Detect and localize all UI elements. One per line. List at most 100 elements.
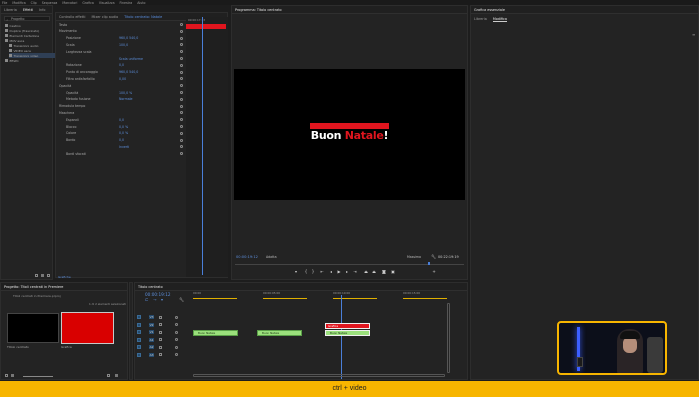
menu-item-6[interactable]: Visualizza	[99, 1, 115, 5]
reset-keyframe-icon[interactable]	[180, 104, 183, 108]
effect-property-value[interactable]: 960,0 540,0	[119, 70, 138, 74]
wrench-icon[interactable]: 🔧︎	[431, 254, 436, 259]
tab-clip-name[interactable]: Titolo centrato: Natale	[124, 15, 162, 19]
add-button-icon[interactable]: +	[432, 270, 436, 274]
reset-keyframe-icon[interactable]	[180, 145, 183, 149]
menu-item-4[interactable]: Marcatori	[62, 1, 77, 5]
project-search-input[interactable]: ⌕ Progetto	[4, 16, 50, 22]
go-to-out-icon[interactable]: ⇥	[353, 270, 357, 274]
graphic-clip-bar[interactable]	[186, 24, 226, 29]
play-icon[interactable]: ▶	[337, 270, 341, 274]
reset-keyframe-icon[interactable]	[180, 131, 183, 135]
tab-libreria[interactable]: Libreria	[4, 8, 17, 12]
track-header[interactable]: A3	[137, 352, 191, 359]
step-forward-icon[interactable]: ▸	[345, 270, 349, 274]
tab-info[interactable]: Info	[39, 8, 45, 12]
bin-thumbnail-black[interactable]	[7, 313, 59, 343]
icon-view-icon[interactable]	[11, 374, 14, 377]
reset-keyframe-icon[interactable]	[180, 43, 183, 47]
lift-icon[interactable]: ⏏	[364, 270, 368, 274]
track-header[interactable]: V3	[137, 315, 191, 321]
tab-effect-controls[interactable]: Controllo effetti	[59, 15, 85, 19]
effect-row[interactable]: Bordo 0,0	[56, 138, 184, 143]
effect-property-value[interactable]: 0,0	[119, 138, 124, 142]
effect-row[interactable]: Scala 100,0	[56, 42, 184, 47]
reset-keyframe-icon[interactable]	[180, 152, 183, 156]
zoom-slider[interactable]	[23, 375, 53, 377]
reset-keyframe-icon[interactable]	[180, 138, 183, 142]
reset-keyframe-icon[interactable]	[180, 91, 183, 94]
eye-icon[interactable]	[175, 315, 178, 319]
track-header[interactable]: V1	[137, 330, 191, 336]
reset-keyframe-icon[interactable]	[180, 50, 183, 54]
menu-item-3[interactable]: Sequenza	[42, 1, 58, 5]
reset-keyframe-icon[interactable]	[180, 77, 183, 81]
effect-property-value[interactable]: Inverti	[119, 145, 129, 149]
new-bin-icon[interactable]	[35, 274, 38, 277]
menu-item-2[interactable]: Clip	[31, 1, 37, 5]
tab-audio-mixer[interactable]: Mixer clip audio	[91, 15, 118, 19]
new-item-icon-2[interactable]	[107, 374, 110, 377]
mute-icon[interactable]	[175, 345, 178, 349]
effect-playhead[interactable]	[202, 17, 203, 275]
scrub-playhead[interactable]	[428, 262, 430, 265]
timeline-playhead[interactable]	[341, 295, 342, 379]
quality-select[interactable]: Massima	[407, 255, 421, 259]
effect-property-value[interactable]: 0,0 %	[119, 131, 128, 135]
lock-icon[interactable]	[159, 323, 162, 326]
mark-in-icon[interactable]: {	[304, 270, 308, 274]
reset-keyframe-icon[interactable]	[180, 111, 183, 115]
effect-property-value[interactable]: 0,0	[119, 118, 124, 122]
clip-buon-natale-3[interactable]: Buon Natale	[325, 330, 370, 336]
effect-row[interactable]: Posizione 960,0 540,0	[56, 36, 184, 41]
add-marker-icon[interactable]: ▾	[161, 297, 163, 302]
effect-property-value[interactable]: 0,0 %	[119, 125, 128, 129]
reset-keyframe-icon[interactable]	[180, 63, 183, 67]
effect-property-value[interactable]: 100,0 %	[119, 91, 132, 95]
lock-icon[interactable]	[159, 330, 162, 334]
eye-icon[interactable]	[175, 330, 178, 334]
track-target-toggle[interactable]	[137, 315, 141, 319]
effect-row[interactable]: Rotazione 0,0	[56, 63, 184, 68]
effect-row[interactable]: Filtro antisfarfallio 0,00	[56, 76, 184, 81]
reset-keyframe-icon[interactable]	[180, 84, 183, 88]
tab-modifica[interactable]: Modifica	[492, 17, 507, 22]
reset-keyframe-icon[interactable]	[180, 125, 183, 128]
effect-row[interactable]: Opacità 100,0 %	[56, 90, 184, 95]
track-target-toggle[interactable]	[137, 345, 141, 349]
effect-row[interactable]: Testo	[56, 22, 184, 27]
effect-row[interactable]: Movimento	[56, 29, 184, 34]
track-target-toggle[interactable]	[137, 352, 141, 357]
effect-row[interactable]: Bordi sfocati	[56, 151, 184, 156]
effect-property-value[interactable]: 0,00	[119, 77, 126, 81]
menu-item-0[interactable]: File	[2, 1, 7, 5]
eye-icon[interactable]	[175, 323, 178, 326]
effect-row[interactable]: Colore 0,0 %	[56, 131, 184, 136]
comparison-icon[interactable]: ▣	[391, 270, 395, 274]
tab-program[interactable]: Programma: Titolo centrato	[235, 8, 282, 12]
lock-icon[interactable]	[159, 345, 162, 349]
mute-icon[interactable]	[175, 338, 178, 341]
track-header[interactable]: A1	[137, 337, 191, 344]
program-scrub-bar[interactable]	[235, 262, 464, 265]
reset-keyframe-icon[interactable]	[180, 36, 183, 40]
effect-row[interactable]: Opacità	[56, 83, 184, 88]
track-header[interactable]: A2	[137, 345, 191, 351]
bin-thumbnail-red[interactable]	[61, 312, 114, 344]
reset-keyframe-icon[interactable]	[180, 29, 183, 33]
clip-buon-natale-1[interactable]: Buon Natale	[193, 330, 238, 336]
clip-buon-natale-2[interactable]: Buon Natale	[257, 330, 302, 336]
effect-row[interactable]: Blocco 0,0 %	[56, 124, 184, 129]
reset-keyframe-icon[interactable]	[180, 118, 183, 122]
settings-wrench-icon[interactable]: 🔧︎	[179, 297, 184, 302]
timeline-horizontal-scrollbar[interactable]	[193, 374, 445, 377]
marker-icon[interactable]: ▾	[294, 270, 298, 274]
track-header[interactable]: V2	[137, 322, 191, 329]
graphic-clip[interactable]: Grafica	[325, 323, 370, 329]
track-target-toggle[interactable]	[137, 330, 141, 334]
step-back-icon[interactable]: ◂	[329, 270, 333, 274]
menu-item-8[interactable]: Aiuto	[137, 1, 145, 5]
effect-row[interactable]: Punto di ancoraggio 960,0 540,0	[56, 70, 184, 75]
track-target-toggle[interactable]	[137, 322, 141, 327]
project-folder-item[interactable]: Effetti	[5, 58, 19, 63]
